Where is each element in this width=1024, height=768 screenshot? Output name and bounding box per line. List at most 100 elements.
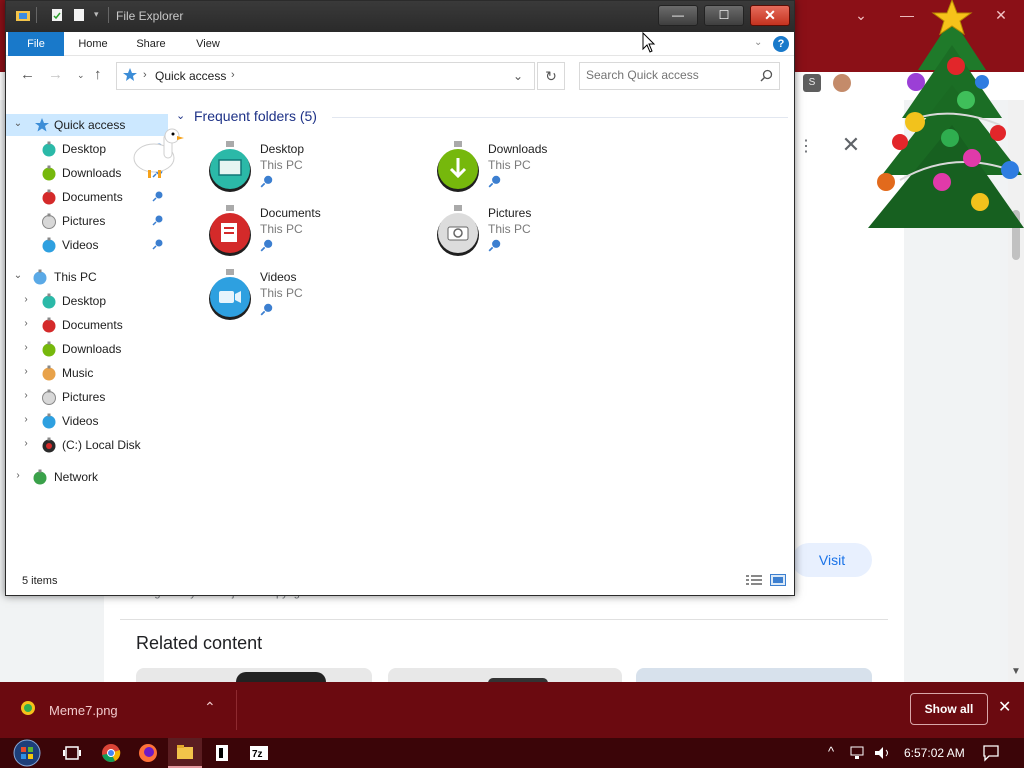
network-icon[interactable] (850, 746, 868, 760)
chevron-right-icon[interactable]: › (20, 294, 32, 305)
nav-item-label: Desktop (62, 142, 107, 156)
nav-item-pc-videos[interactable]: › Videos (6, 410, 168, 432)
documents-ornament-icon (209, 205, 251, 256)
chevron-up-icon[interactable]: ^ (828, 744, 834, 759)
help-icon[interactable]: ? (773, 36, 789, 52)
scroll-down-arrow-icon[interactable]: ▼ (1011, 666, 1021, 677)
pin-icon[interactable] (152, 238, 164, 250)
chevron-right-icon[interactable]: › (20, 366, 32, 377)
pin-icon (260, 303, 273, 316)
chevron-right-icon[interactable]: › (20, 318, 32, 329)
taskbar-clock[interactable]: 6:57:02 AM (904, 746, 965, 760)
nav-item-label: Downloads (62, 342, 122, 356)
title-bar[interactable]: ▾ File Explorer — ☐ ✕ (6, 1, 794, 32)
show-all-button[interactable]: Show all (910, 693, 988, 725)
7zip-icon[interactable]: 7z (249, 743, 269, 763)
visit-button[interactable]: Visit (792, 543, 872, 577)
nav-item-label: This PC (54, 270, 97, 284)
nav-item-pc-music[interactable]: › Music (6, 362, 168, 384)
download-filename[interactable]: Meme7.png (49, 703, 118, 718)
nav-item-videos[interactable]: Videos (6, 234, 168, 256)
chevron-right-icon[interactable]: › (20, 342, 32, 353)
nav-item-pc-pictures[interactable]: › Pictures (6, 386, 168, 408)
related-thumbnail[interactable] (388, 668, 622, 682)
folder-tile-pictures[interactable]: Pictures This PC (434, 205, 654, 265)
folder-tile-desktop[interactable]: Desktop This PC (206, 141, 426, 201)
folder-name: Desktop (260, 142, 305, 156)
search-box[interactable] (579, 62, 780, 90)
tab-file[interactable]: File (8, 32, 64, 56)
close-button[interactable]: ✕ (750, 5, 790, 26)
extension-s-icon[interactable]: S (803, 74, 821, 92)
folder-tile-videos[interactable]: Videos This PC (206, 269, 426, 329)
chevron-down-icon[interactable]: ⌄ (176, 109, 185, 122)
chevron-right-icon[interactable]: › (20, 414, 32, 425)
details-view-icon[interactable] (746, 574, 762, 586)
back-arrow-icon[interactable]: ← (20, 66, 35, 83)
more-options-icon[interactable]: ⋮ (798, 136, 814, 156)
maximize-button[interactable]: ☐ (704, 5, 744, 26)
file-explorer-taskbar-button[interactable] (168, 738, 202, 768)
chevron-down-icon[interactable]: ⌄ (12, 118, 24, 129)
folder-location: This PC (488, 222, 531, 236)
minimize-button[interactable]: — (658, 5, 698, 26)
search-input[interactable] (586, 68, 756, 82)
nav-item-this-pc[interactable]: ⌄ This PC (6, 266, 168, 288)
mouse-pointer-icon (642, 32, 656, 53)
pin-icon[interactable] (152, 190, 164, 202)
folder-tile-downloads[interactable]: Downloads This PC (434, 141, 654, 201)
related-thumbnail[interactable] (136, 668, 372, 682)
address-dropdown-icon[interactable]: ⌄ (513, 69, 523, 83)
chevron-down-icon[interactable]: ⌄ (12, 270, 24, 281)
task-view-icon[interactable] (62, 743, 82, 763)
large-icons-view-icon[interactable] (770, 574, 786, 586)
address-bar[interactable]: › Quick access › ⌄ (116, 62, 535, 90)
tab-view[interactable]: View (186, 32, 230, 56)
chevron-right-icon[interactable]: › (20, 438, 32, 449)
nav-item-network[interactable]: › Network (6, 466, 168, 488)
expand-ribbon-icon[interactable]: ⌄ (754, 37, 762, 48)
tab-share[interactable]: Share (128, 32, 174, 56)
breadcrumb[interactable]: Quick access (155, 69, 226, 83)
nav-item-documents[interactable]: Documents (6, 186, 168, 208)
properties-icon[interactable] (50, 8, 64, 22)
customize-qat-icon[interactable]: ▾ (94, 9, 99, 20)
nav-item-pc-documents[interactable]: › Documents (6, 314, 168, 336)
notification-center-icon[interactable] (982, 744, 1000, 762)
chevron-right-icon[interactable]: › (12, 470, 24, 481)
nav-item-local-disk[interactable]: › (C:) Local Disk (6, 434, 168, 456)
breadcrumb-separator-icon[interactable]: › (231, 69, 235, 81)
folder-tile-documents[interactable]: Documents This PC (206, 205, 426, 265)
pin-icon (260, 239, 273, 252)
nav-item-pc-downloads[interactable]: › Downloads (6, 338, 168, 360)
nav-item-pictures[interactable]: Pictures (6, 210, 168, 232)
chrome-taskbar-icon[interactable] (101, 743, 121, 763)
svg-text:7z: 7z (252, 749, 263, 760)
folder-location: This PC (260, 158, 303, 172)
profile-avatar[interactable] (833, 74, 851, 92)
pin-icon[interactable] (152, 214, 164, 226)
refresh-icon[interactable]: ↻ (537, 62, 565, 90)
search-icon[interactable] (760, 69, 773, 82)
pictures-ornament-icon (42, 213, 56, 229)
close-icon[interactable]: ✕ (998, 697, 1011, 717)
recent-locations-icon[interactable]: ⌄ (77, 70, 85, 81)
desktop-ornament-icon (42, 293, 56, 309)
breadcrumb-separator-icon[interactable]: › (143, 69, 147, 81)
start-button-icon[interactable] (10, 738, 44, 768)
pictures-ornament-icon (437, 205, 479, 256)
nav-item-pc-desktop[interactable]: › Desktop (6, 290, 168, 312)
related-thumbnail[interactable] (636, 668, 872, 682)
firefox-taskbar-icon[interactable] (138, 743, 158, 763)
chevron-right-icon[interactable]: › (20, 390, 32, 401)
chevron-up-icon[interactable]: ⌃ (204, 699, 216, 716)
divider (108, 7, 109, 23)
group-title: Frequent folders (5) (194, 108, 317, 124)
folder-icon (16, 11, 30, 21)
terminal-app-icon[interactable] (212, 743, 232, 763)
volume-icon[interactable] (874, 746, 892, 760)
new-folder-icon[interactable] (72, 8, 86, 22)
up-arrow-icon[interactable]: ↑ (94, 66, 102, 83)
tab-home[interactable]: Home (70, 32, 116, 56)
forward-arrow-icon[interactable]: → (48, 66, 63, 83)
